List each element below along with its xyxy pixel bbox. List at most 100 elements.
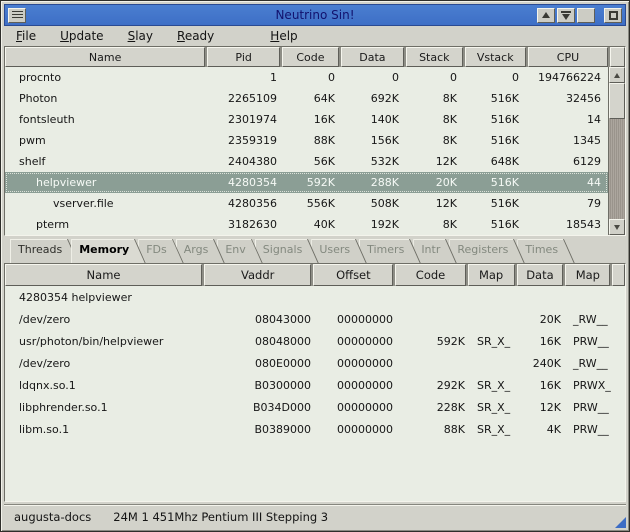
maximize-icon	[581, 11, 591, 19]
app-window: Neutrino Sin! File Update Slay Ready Help Na…	[0, 0, 630, 532]
cell-stack: 12K	[405, 197, 463, 210]
memory-column-header-code[interactable]: Code	[395, 264, 465, 286]
memory-row[interactable]: libphrender.so.1B034D00000000000228KSR_X…	[5, 396, 625, 418]
memory-column-header-map-6[interactable]: Map	[565, 264, 610, 286]
memory-row[interactable]: libm.so.1B03890000000000088KSR_X_4KPRW__	[5, 418, 625, 440]
memory-row[interactable]: /dev/zero080E000000000000240K_RW__	[5, 352, 625, 374]
cell-map2: _RW__	[567, 313, 613, 326]
scroll-track[interactable]	[609, 119, 625, 219]
menu-update[interactable]: Update	[60, 29, 103, 43]
cell-offset: 00000000	[317, 357, 399, 370]
memory-column-header-data[interactable]: Data	[517, 264, 564, 286]
tab-users[interactable]: Users	[311, 239, 367, 263]
cell-name: Photon	[5, 92, 209, 105]
column-header-vstack[interactable]: Vstack	[465, 47, 526, 67]
process-scrollbar[interactable]	[608, 67, 625, 235]
cell-stack: 8K	[405, 113, 463, 126]
menu-help[interactable]: Help	[270, 29, 297, 43]
cell-stack: 8K	[405, 134, 463, 147]
tab-signals[interactable]: Signals	[255, 239, 320, 263]
cell-vstack: 516K	[463, 176, 525, 189]
cell-code: 16K	[283, 113, 341, 126]
cell-map2: PRW__	[567, 423, 613, 436]
memory-column-header-name[interactable]: Name	[5, 264, 202, 286]
memory-row[interactable]: usr/photon/bin/helpviewer080480000000000…	[5, 330, 625, 352]
column-header-name[interactable]: Name	[5, 47, 205, 67]
maximize-button[interactable]	[577, 8, 595, 23]
cell-name: libm.so.1	[5, 423, 207, 436]
column-header-stack[interactable]: Stack	[406, 47, 463, 67]
process-row-fontsleuth[interactable]: fontsleuth230197416K140K8K516K14	[5, 109, 608, 130]
window-title: Neutrino Sin!	[5, 8, 625, 22]
cell-vaddr: 080E0000	[207, 357, 317, 370]
cell-stack: 20K	[405, 176, 463, 189]
cell-vaddr: B0389000	[207, 423, 317, 436]
scroll-up-icon	[614, 73, 620, 78]
cell-vstack: 0	[463, 71, 525, 84]
tab-memory[interactable]: Memory	[71, 239, 146, 263]
tab-times[interactable]: Times	[517, 239, 575, 263]
cell-vstack: 516K	[463, 92, 525, 105]
column-header-data[interactable]: Data	[341, 47, 404, 67]
cell-cpu: 14	[525, 113, 607, 126]
cell-code: 88K	[399, 423, 471, 436]
cell-map2: PRW__	[567, 401, 613, 414]
titlebar[interactable]: Neutrino Sin!	[4, 4, 626, 26]
cell-data: 0	[341, 71, 405, 84]
cell-code: 592K	[283, 176, 341, 189]
status-info: 24M 1 451Mhz Pentium III Stepping 3	[113, 510, 328, 524]
menubar: File Update Slay Ready Help	[4, 26, 626, 46]
process-row-vserver.file[interactable]: vserver.file4280356556K508K12K516K79	[5, 193, 608, 214]
cell-cpu: 32456	[525, 92, 607, 105]
window-menu-button[interactable]	[8, 8, 26, 23]
cell-vstack: 516K	[463, 218, 525, 231]
cell-offset: 00000000	[317, 423, 399, 436]
memory-row[interactable]: ldqnx.so.1B030000000000000292KSR_X_16KPR…	[5, 374, 625, 396]
scroll-thumb[interactable]	[609, 83, 625, 119]
cell-offset: 00000000	[317, 401, 399, 414]
process-row-Photon[interactable]: Photon226510964K692K8K516K32456	[5, 88, 608, 109]
tab-timers[interactable]: Timers	[359, 239, 421, 263]
memory-column-header-map-4[interactable]: Map	[468, 264, 515, 286]
cell-map1: SR_X_	[471, 379, 519, 392]
process-row-procnto[interactable]: procnto10000194766224	[5, 67, 608, 88]
cell-vstack: 516K	[463, 197, 525, 210]
process-table-header: NamePidCodeDataStackVstackCPU	[5, 47, 625, 67]
resize-grip[interactable]	[615, 517, 626, 528]
cell-pid: 2359319	[209, 134, 283, 147]
memory-column-header-offset[interactable]: Offset	[313, 264, 393, 286]
process-row-pterm[interactable]: pterm318263040K192K8K516K18543	[5, 214, 608, 235]
cell-code: 56K	[283, 155, 341, 168]
scroll-down-button[interactable]	[609, 219, 625, 235]
cell-cpu: 6129	[525, 155, 607, 168]
column-header-cpu[interactable]: CPU	[528, 47, 609, 67]
cell-name: procnto	[5, 71, 209, 84]
memory-row[interactable]: 4280354 helpviewer	[5, 286, 625, 308]
process-row-helpviewer[interactable]: helpviewer4280354592K288K20K516K44	[5, 172, 608, 193]
cell-name: usr/photon/bin/helpviewer	[5, 335, 207, 348]
cell-name: ldqnx.so.1	[5, 379, 207, 392]
cell-cpu: 194766224	[525, 71, 607, 84]
tab-registers[interactable]: Registers	[449, 239, 525, 263]
cell-pid: 2301974	[209, 113, 283, 126]
scroll-up-button[interactable]	[609, 67, 625, 83]
cell-code: 88K	[283, 134, 341, 147]
cell-vstack: 648K	[463, 155, 525, 168]
memory-row[interactable]: /dev/zero080430000000000020K_RW__	[5, 308, 625, 330]
collapse-button[interactable]	[537, 8, 555, 23]
process-row-pwm[interactable]: pwm235931988K156K8K516K1345	[5, 130, 608, 151]
tab-threads[interactable]: Threads	[10, 239, 79, 263]
menu-file[interactable]: File	[16, 29, 36, 43]
cell-code: 40K	[283, 218, 341, 231]
menu-slay[interactable]: Slay	[128, 29, 153, 43]
close-button[interactable]	[604, 8, 622, 23]
menu-ready[interactable]: Ready	[177, 29, 214, 43]
cell-cpu: 1345	[525, 134, 607, 147]
memory-table-panel: NameVaddrOffsetCodeMapDataMap 4280354 he…	[4, 263, 626, 502]
column-header-code[interactable]: Code	[282, 47, 339, 67]
memory-column-header-vaddr[interactable]: Vaddr	[204, 264, 311, 286]
shade-button[interactable]	[557, 8, 575, 23]
column-header-pid[interactable]: Pid	[207, 47, 280, 67]
cell-data: 140K	[341, 113, 405, 126]
process-row-shelf[interactable]: shelf240438056K532K12K648K6129	[5, 151, 608, 172]
